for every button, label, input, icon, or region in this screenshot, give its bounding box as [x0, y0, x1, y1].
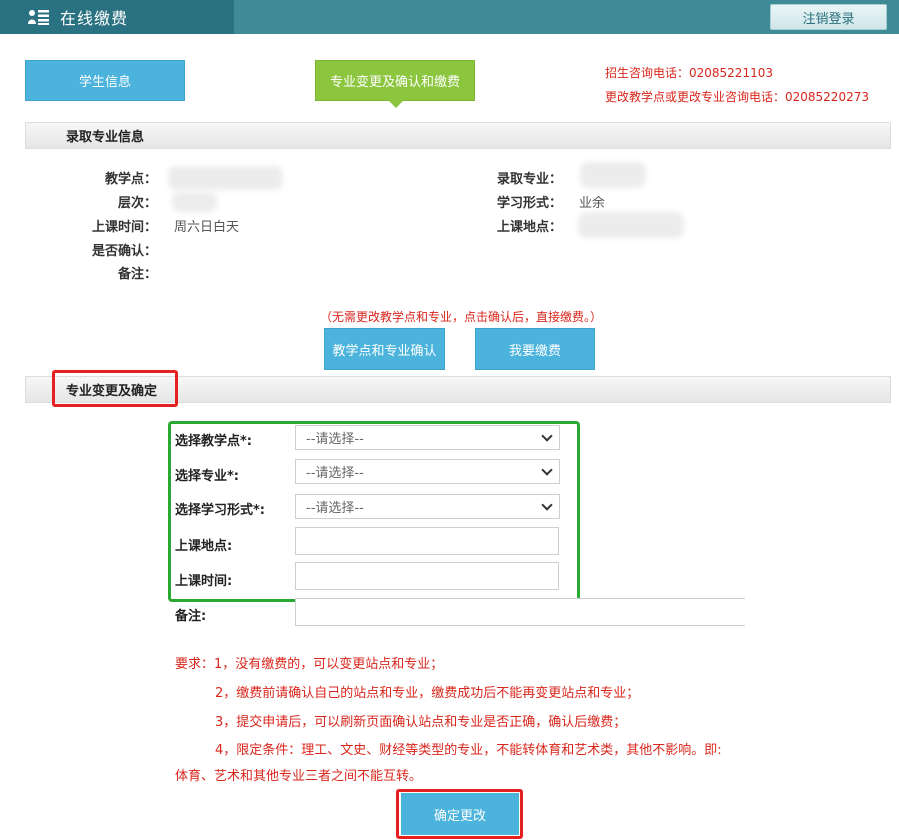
place-input-label: 上课地点: — [175, 539, 233, 554]
requirement-4b: 体育、艺术和其他专业三者之间不能互转。 — [175, 769, 423, 784]
select-mode-value: --请选择-- — [306, 501, 364, 516]
change-phone-text: 更改教学点或更改专业咨询电话：02085220273 — [605, 90, 869, 104]
select-site-dropdown[interactable]: --请选择-- — [295, 425, 560, 450]
requirement-2: 2，缴费前请确认自己的站点和专业，缴费成功后不能再变更站点和专业； — [215, 686, 640, 701]
select-site-value: --请选择-- — [306, 432, 364, 447]
confirmed-label: 是否确认： — [91, 244, 157, 259]
highlight-change-section — [52, 370, 178, 407]
admission-section-header: 录取专业信息 — [25, 122, 891, 149]
site-label: 教学点： — [104, 172, 157, 187]
redacted-level-value — [172, 192, 217, 212]
tab-student-info[interactable]: 学生信息 — [25, 60, 185, 101]
top-bar: 在线缴费 注销登录 — [0, 0, 899, 34]
requirement-4a: 4，限定条件：理工、文史、财经等类型的专业，不能转体育和艺术类，其他不影响。即: — [215, 743, 722, 758]
pay-button[interactable]: 我要缴费 — [475, 328, 595, 370]
mode-value: 业余 — [579, 196, 606, 211]
level-label: 层次： — [117, 196, 157, 211]
redacted-major-value — [580, 162, 646, 188]
confirm-note: （无需更改教学点和专业，点击确认后，直接缴费。） — [320, 310, 603, 324]
redacted-place-value — [578, 212, 684, 238]
time-label: 上课时间： — [91, 220, 157, 235]
requirement-1: 要求：1，没有缴费的，可以变更站点和专业； — [175, 657, 444, 672]
time-input-label: 上课时间: — [175, 574, 233, 589]
page-title: 在线缴费 — [60, 9, 129, 28]
time-input[interactable] — [295, 562, 559, 590]
chevron-down-icon — [541, 464, 553, 476]
select-mode-dropdown[interactable]: --请选择-- — [295, 494, 560, 519]
time-value: 周六日白天 — [174, 220, 240, 235]
requirement-3: 3，提交申请后，可以刷新页面确认站点和专业是否正确，确认后缴费； — [215, 715, 627, 730]
select-major-dropdown[interactable]: --请选择-- — [295, 459, 560, 484]
mode-label: 学习形式： — [496, 196, 562, 211]
remark-input[interactable] — [295, 598, 745, 626]
site-major-confirm-button[interactable]: 教学点和专业确认 — [324, 328, 445, 370]
select-mode-label: 选择学习形式*: — [175, 503, 265, 518]
select-site-label: 选择教学点*: — [175, 434, 252, 449]
enroll-phone-text: 招生咨询电话：02085221103 — [605, 66, 773, 80]
redacted-site-value — [168, 166, 283, 190]
remark-label: 备注： — [117, 267, 157, 282]
chevron-down-icon — [541, 499, 553, 511]
select-major-label: 选择专业*: — [175, 469, 239, 484]
app-title-block: 在线缴费 — [0, 0, 234, 34]
chevron-down-icon — [541, 430, 553, 442]
logout-button[interactable]: 注销登录 — [770, 4, 887, 30]
remark-input-label: 备注: — [175, 609, 207, 624]
place-label: 上课地点： — [496, 220, 562, 235]
select-major-value: --请选择-- — [306, 466, 364, 481]
tab-change-confirm-pay[interactable]: 专业变更及确认和缴费 — [315, 60, 475, 108]
user-list-icon — [28, 9, 50, 25]
major-label: 录取专业： — [496, 172, 562, 187]
highlight-confirm-change — [396, 789, 523, 839]
place-input[interactable] — [295, 527, 559, 555]
